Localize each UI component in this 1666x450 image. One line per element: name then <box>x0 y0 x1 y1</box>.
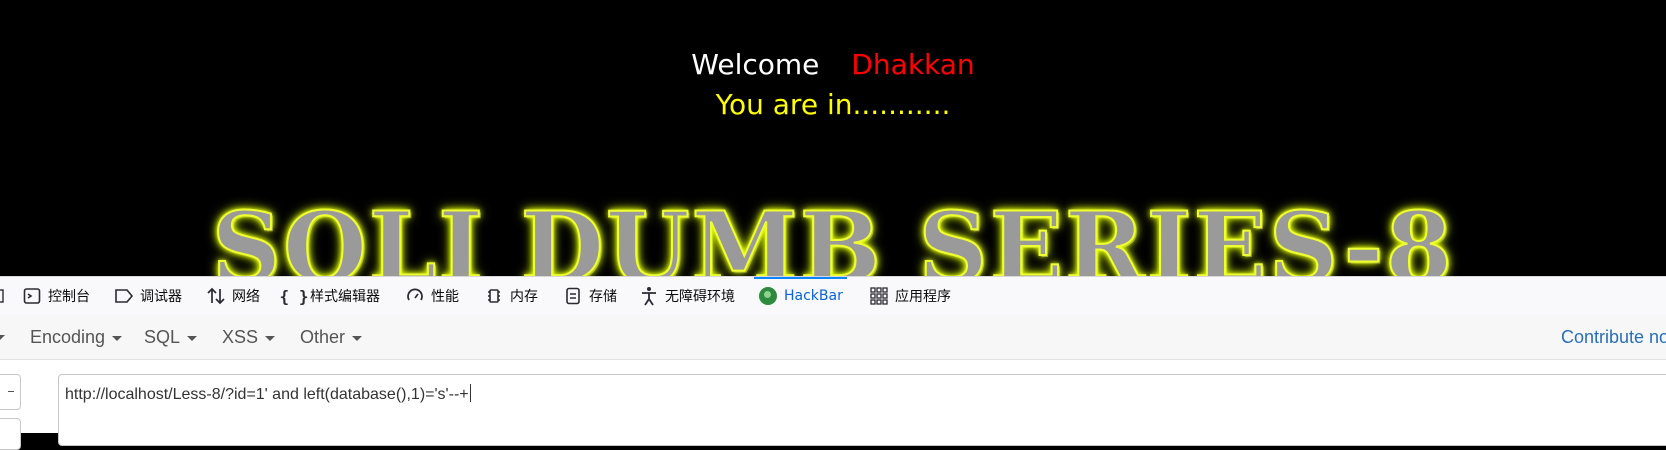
menu-xss[interactable]: XSS <box>222 315 276 359</box>
url-value: http://localhost/Less-8/?id=1' and left(… <box>65 384 471 403</box>
performance-icon <box>405 286 425 306</box>
menu-label: SQL <box>144 326 181 347</box>
chevron-down-icon <box>265 335 276 341</box>
tab-label: 网络 <box>232 289 260 305</box>
storage-icon <box>563 286 583 306</box>
console-icon <box>22 286 42 306</box>
load-url-button[interactable] <box>0 374 21 410</box>
tab-storage[interactable]: 存储 <box>563 277 617 315</box>
hackbar-menu-bar: Encoding SQL XSS Other Contribute no <box>0 315 1666 360</box>
tab-label: HackBar <box>784 288 843 304</box>
series-banner: SQLI DUMB SERIES-8 <box>211 191 1455 277</box>
split-url-button[interactable] <box>0 418 21 450</box>
network-icon <box>206 286 226 306</box>
chevron-down-icon <box>352 335 363 341</box>
chevron-down-icon <box>187 335 198 341</box>
tab-label: 调试器 <box>140 289 182 305</box>
tab-hackbar[interactable]: HackBar <box>754 277 847 315</box>
tab-debugger[interactable]: 调试器 <box>114 277 182 315</box>
menu-other[interactable]: Other <box>300 315 363 359</box>
tab-label: 性能 <box>431 289 459 305</box>
welcome-line: Welcome Dhakkan <box>0 48 1666 81</box>
debugger-icon <box>114 286 134 306</box>
contribute-link[interactable]: Contribute no <box>1561 315 1666 359</box>
tab-label: 应用程序 <box>895 289 951 305</box>
style-editor-icon: { } <box>279 286 309 306</box>
tab-label: 存储 <box>589 289 617 305</box>
tab-label: 无障碍环境 <box>665 289 735 305</box>
menu-label: XSS <box>222 326 259 347</box>
menu-label: Other <box>300 326 346 347</box>
menu-sql[interactable]: SQL <box>144 315 198 359</box>
user-name: Dhakkan <box>851 48 975 81</box>
menu-encoding[interactable]: Encoding <box>30 315 123 359</box>
memory-icon <box>484 286 504 306</box>
hackbar-icon <box>758 286 778 306</box>
devtools-toolbar: 控制台 调试器 网络 { } 样式编辑器 性能 内存 存储 无障碍环境 Hack… <box>0 276 1666 316</box>
tab-network[interactable]: 网络 <box>206 277 260 315</box>
tab-label: 样式编辑器 <box>310 289 380 305</box>
text-cursor <box>469 384 471 402</box>
application-icon <box>869 286 889 306</box>
tab-label: 控制台 <box>48 289 90 305</box>
page-viewport: Welcome Dhakkan You are in........... SQL… <box>0 0 1666 276</box>
tab-style-editor[interactable]: { } 样式编辑器 <box>279 277 380 315</box>
tab-console[interactable]: 控制台 <box>22 277 90 315</box>
accessibility-icon <box>639 286 659 306</box>
tab-accessibility[interactable]: 无障碍环境 <box>639 277 735 315</box>
status-message: You are in........... <box>715 88 951 121</box>
chevron-down-icon[interactable] <box>0 335 5 340</box>
chevron-down-icon <box>112 335 123 341</box>
tab-application[interactable]: 应用程序 <box>869 277 951 315</box>
tab-performance[interactable]: 性能 <box>405 277 459 315</box>
menu-label: Encoding <box>30 326 106 347</box>
tab-memory[interactable]: 内存 <box>484 277 538 315</box>
tab-inspector-partial[interactable] <box>0 277 20 315</box>
tab-label: 内存 <box>510 289 538 305</box>
inspector-icon <box>0 286 14 306</box>
welcome-label: Welcome <box>691 48 820 81</box>
